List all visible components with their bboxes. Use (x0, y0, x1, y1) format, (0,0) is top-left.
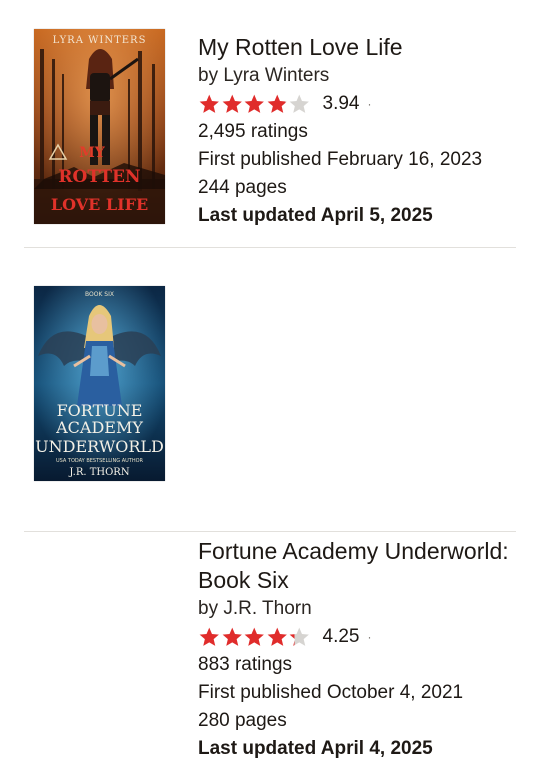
cover-author-text: LYRA WINTERS (53, 35, 147, 46)
book-author[interactable]: by Lyra Winters (198, 62, 520, 90)
cover-title-line3: UNDERWORLD (35, 437, 164, 456)
rating-row: 3.94 · (198, 90, 520, 118)
page-count: 280 pages (198, 710, 287, 731)
first-published: First published February 16, 2023 (198, 149, 483, 170)
cover-image-my-rotten-love-life: LYRA WINTERS MY ROTTEN LOVE LIFE (34, 29, 165, 224)
star-icon (244, 627, 264, 646)
star-icon (267, 627, 287, 646)
book-row-my-rotten-love-life[interactable]: LYRA WINTERS MY ROTTEN LOVE LIFE My Rott… (0, 0, 540, 247)
cover-tagline: USA TODAY BESTSELLING AUTHOR (56, 458, 144, 464)
book-author[interactable]: by J.R. Thorn (198, 595, 520, 623)
divider (24, 247, 516, 248)
separator-dot: · (367, 97, 372, 111)
star-rating (198, 93, 311, 115)
ratings-count: 2,495 ratings (198, 121, 308, 142)
star-icon (222, 627, 242, 646)
book-cover[interactable]: LYRA WINTERS MY ROTTEN LOVE LIFE (34, 29, 165, 224)
star-icon (199, 94, 219, 113)
book-title[interactable]: Fortune Academy Underworld: Book Six (198, 537, 520, 595)
star-icon (244, 94, 264, 113)
star-icon (267, 94, 287, 113)
cover-title-line3: LOVE LIFE (51, 195, 148, 214)
rating-row: 4.25 · (198, 623, 520, 651)
star-icon (289, 94, 309, 113)
book-list: LYRA WINTERS MY ROTTEN LOVE LIFE My Rott… (0, 0, 540, 759)
cover-series-text: BOOK SIX (85, 291, 114, 298)
ratings-count: 883 ratings (198, 654, 293, 675)
cover-title-line2: ACADEMY (55, 418, 143, 437)
book-info: My Rotten Love Life by Lyra Winters 3.94… (198, 33, 520, 230)
first-published: First published October 4, 2021 (198, 682, 464, 703)
book-title[interactable]: My Rotten Love Life (198, 33, 520, 62)
star-icon (222, 94, 242, 113)
separator-dot: · (367, 630, 372, 644)
book-info: Fortune Academy Underworld: Book Six by … (198, 537, 520, 763)
last-updated: Last updated April 4, 2025 (198, 738, 433, 759)
average-rating: 4.25 (322, 626, 360, 647)
average-rating: 3.94 (322, 93, 360, 114)
page-count: 244 pages (198, 177, 287, 198)
book-row-fortune-academy-underworld[interactable]: BOOK SIX FORTUNE ACADEMY UNDERWORLD USA … (0, 249, 540, 759)
star-icon (289, 627, 309, 646)
star-rating (198, 626, 311, 648)
divider (24, 531, 516, 532)
star-icon (199, 627, 219, 646)
cover-title-line1: MY (79, 145, 105, 161)
book-cover[interactable]: BOOK SIX FORTUNE ACADEMY UNDERWORLD USA … (34, 286, 165, 481)
cover-title-line2: ROTTEN (58, 167, 140, 187)
cover-author-text: J.R. THORN (68, 467, 129, 478)
last-updated: Last updated April 5, 2025 (198, 205, 433, 226)
cover-image-fortune-academy-underworld: BOOK SIX FORTUNE ACADEMY UNDERWORLD USA … (34, 286, 165, 481)
